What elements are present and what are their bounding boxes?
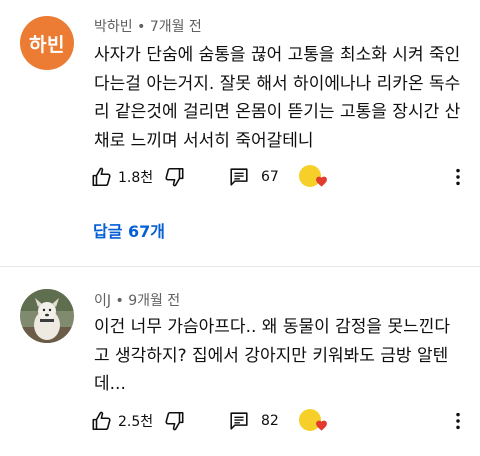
thumbs-up-icon xyxy=(92,411,111,431)
comment-actions: 2.5천 82 xyxy=(91,407,476,435)
comment-meta: 박하빈 • 7개월 전 xyxy=(94,16,202,36)
reply-comment-icon xyxy=(230,412,248,430)
creator-heart xyxy=(297,407,329,435)
thumbs-down-icon xyxy=(165,411,184,431)
creator-heart-icon xyxy=(316,420,327,431)
comment-text: 사자가 단숨에 숨통을 끊어 고통을 최소화 시켜 죽인 다는걸 아는거지. 잘… xyxy=(94,41,464,155)
more-vert-icon xyxy=(456,168,460,186)
avatar-initials: 하빈 xyxy=(29,33,65,56)
more-actions-button[interactable] xyxy=(447,163,469,191)
author-name[interactable]: 이J xyxy=(94,293,111,309)
thumbs-up-icon xyxy=(92,167,111,187)
author-name[interactable]: 박하빈 xyxy=(94,19,133,35)
meta-separator: • xyxy=(115,293,129,309)
creator-heart-badge xyxy=(297,163,329,191)
reply-button[interactable]: 67 xyxy=(228,163,279,191)
author-avatar[interactable]: 하빈 xyxy=(20,16,74,70)
like-count: 1.8천 xyxy=(118,170,154,186)
comment-meta: 이J • 9개월 전 xyxy=(94,290,180,310)
comment-line: 사자가 단숨에 숨통을 끊어 고통을 최소화 시켜 죽인 xyxy=(94,45,461,65)
comment-thread: 하빈 박하빈 • 7개월 전 사자가 단숨에 숨통을 끊어 고통을 최소화 시켜… xyxy=(0,0,480,266)
dislike-button[interactable] xyxy=(163,407,185,435)
reply-count: 67 xyxy=(261,169,279,185)
comment-line: 이건 너무 가슴아프다.. 왜 동물이 감정을 못느낀다 xyxy=(94,317,451,337)
comment-time[interactable]: 9개월 전 xyxy=(128,293,180,309)
comment-line: 리 같은것에 걸리면 온몸이 뜯기는 고통을 장시간 산 xyxy=(94,102,461,122)
meta-separator: • xyxy=(137,19,150,35)
more-vert-icon xyxy=(456,412,460,430)
thread-divider xyxy=(0,266,480,267)
comment-actions: 1.8천 67 xyxy=(91,163,476,191)
creator-heart-icon xyxy=(316,176,327,187)
thumbs-down-icon xyxy=(165,167,184,187)
comment-line: 다는걸 아는거지. 잘못 해서 하이에나나 리카온 독수 xyxy=(94,73,461,94)
more-actions-button[interactable] xyxy=(447,407,469,435)
comment-text: 이건 너무 가슴아프다.. 왜 동물이 감정을 못느낀다 고 생각하지? 집에서… xyxy=(94,313,464,399)
comment-thread: 이J • 9개월 전 이건 너무 가슴아프다.. 왜 동물이 감정을 못느낀다 … xyxy=(0,273,480,456)
view-replies-link[interactable]: 답글 67개 xyxy=(93,218,165,242)
creator-heart xyxy=(297,163,329,191)
creator-heart-badge xyxy=(297,407,329,435)
like-count: 2.5천 xyxy=(118,414,154,430)
author-avatar[interactable] xyxy=(20,289,74,343)
comment-line: 데... xyxy=(94,374,126,394)
reply-comment-icon xyxy=(230,168,248,186)
comment-time[interactable]: 7개월 전 xyxy=(150,19,202,35)
dog-photo-avatar xyxy=(20,289,74,343)
like-button[interactable]: 2.5천 xyxy=(91,407,153,435)
reply-count: 82 xyxy=(261,413,279,429)
comment-line: 고 생각하지? 집에서 강아지만 키워봐도 금방 알텐 xyxy=(94,345,449,366)
like-button[interactable]: 1.8천 xyxy=(91,163,153,191)
reply-button[interactable]: 82 xyxy=(228,407,279,435)
comment-line: 채로 느끼며 서서히 죽어갈테니 xyxy=(94,130,314,151)
dislike-button[interactable] xyxy=(163,163,185,191)
